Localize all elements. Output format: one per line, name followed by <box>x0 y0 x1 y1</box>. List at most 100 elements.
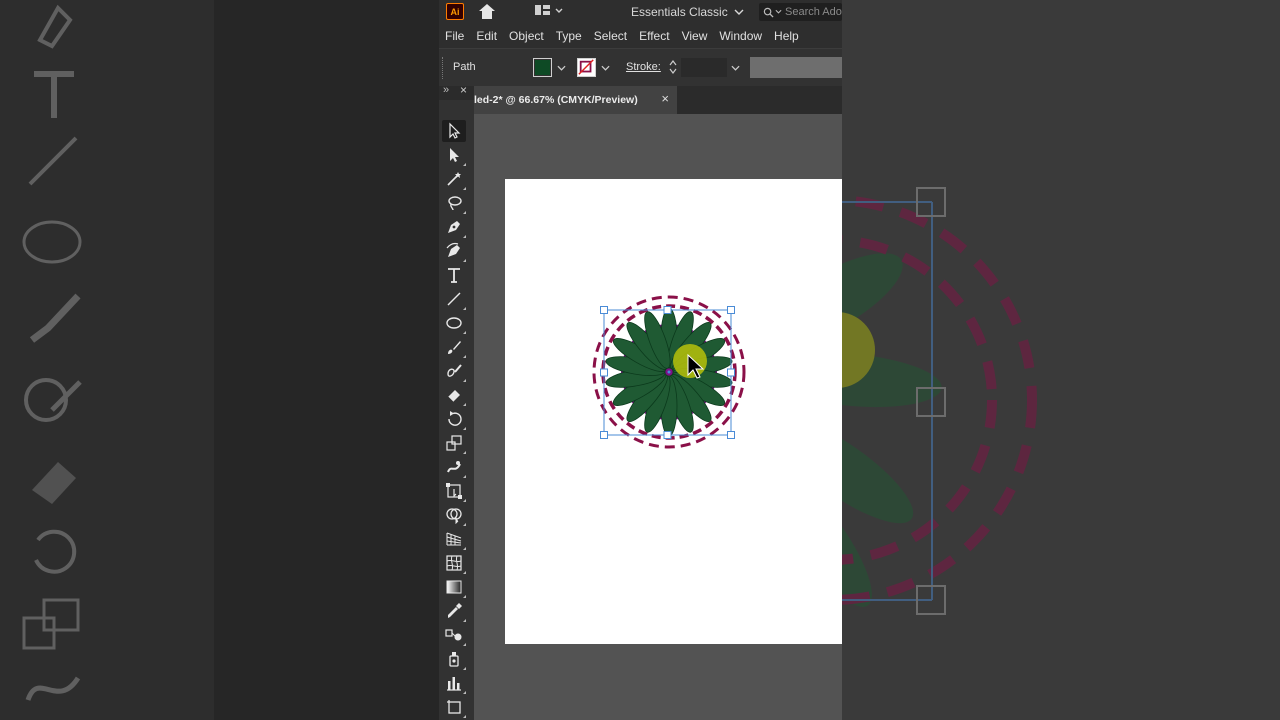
magic-wand-tool[interactable] <box>442 168 466 190</box>
arrange-documents-icon[interactable] <box>534 4 564 18</box>
direct-selection-icon <box>450 148 459 162</box>
ghost-pen-icon <box>18 0 88 60</box>
curvature-tool[interactable] <box>442 240 466 262</box>
tool-group-indicator <box>463 403 466 406</box>
flower-artwork[interactable] <box>505 179 842 644</box>
tool-group-indicator <box>463 523 466 526</box>
center-point <box>667 370 671 374</box>
selection-type-label: Path <box>453 61 476 73</box>
tool-group-indicator <box>463 331 466 334</box>
search-input[interactable]: Search Ado <box>759 3 842 21</box>
tool-group-indicator <box>463 475 466 478</box>
shaper-tool[interactable] <box>442 360 466 382</box>
tool-group-indicator <box>463 187 466 190</box>
document-tab-bar: led-2* @ 66.67% (CMYK/Preview) × <box>474 86 842 114</box>
ghost-type-icon <box>18 66 88 126</box>
symbol-sprayer-tool[interactable] <box>442 648 466 670</box>
menu-file[interactable]: File <box>445 29 464 43</box>
bounding-box-handle <box>600 431 608 439</box>
column-graph-icon <box>447 677 461 691</box>
tool-group-indicator <box>463 307 466 310</box>
shape-builder-tool[interactable] <box>442 504 466 526</box>
free-transform-tool[interactable] <box>442 480 466 502</box>
stroke-weight-field[interactable] <box>681 58 727 77</box>
stroke-dropdown-chevron-icon[interactable] <box>601 65 610 71</box>
fill-color-swatch[interactable] <box>533 58 552 77</box>
ghost-scale-icon <box>18 594 88 654</box>
direct-selection-tool[interactable] <box>442 144 466 166</box>
type-tool[interactable] <box>442 264 466 286</box>
free-transform-icon <box>446 483 462 499</box>
menu-effect[interactable]: Effect <box>639 29 669 43</box>
eyedropper-icon <box>448 603 462 618</box>
tool-group-indicator <box>463 595 466 598</box>
bounding-box-handle <box>727 306 735 314</box>
toolbar-close-icon[interactable]: × <box>460 83 467 97</box>
stroke-label[interactable]: Stroke: <box>626 61 661 73</box>
workspace-label: Essentials Classic <box>631 5 728 19</box>
ghost-shaper-icon <box>18 370 88 430</box>
lasso-tool[interactable] <box>442 192 466 214</box>
mesh-tool[interactable] <box>442 552 466 574</box>
rotate-tool[interactable] <box>442 408 466 430</box>
gradient-icon <box>446 580 462 594</box>
home-icon[interactable] <box>478 3 496 20</box>
menu-view[interactable]: View <box>682 29 708 43</box>
tool-group-indicator <box>463 427 466 430</box>
bounding-box-handle <box>663 306 672 314</box>
ellipse-icon <box>446 317 462 329</box>
variable-width-profile-field[interactable] <box>750 57 842 78</box>
document-tab-title: led-2* @ 66.67% (CMYK/Preview) <box>474 94 638 106</box>
eraser-tool[interactable] <box>442 384 466 406</box>
eyedropper-tool[interactable] <box>442 600 466 622</box>
stroke-weight-dropdown-icon[interactable] <box>731 65 740 71</box>
line-segment-tool[interactable] <box>442 288 466 310</box>
tool-group-indicator <box>463 451 466 454</box>
stroke-color-swatch[interactable] <box>577 58 596 77</box>
perspective-grid-tool[interactable] <box>442 528 466 550</box>
fill-dropdown-chevron-icon[interactable] <box>557 65 566 71</box>
tool-group-indicator <box>463 715 466 718</box>
scale-tool[interactable] <box>442 432 466 454</box>
selection-tool[interactable] <box>442 120 466 142</box>
chevron-down-icon <box>734 9 744 15</box>
warp-tool[interactable] <box>442 456 466 478</box>
menu-object[interactable]: Object <box>509 29 544 43</box>
paintbrush-tool[interactable] <box>442 336 466 358</box>
ghost-line-icon <box>18 130 88 190</box>
column-graph-tool[interactable] <box>442 672 466 694</box>
search-placeholder: Search Ado <box>785 6 842 18</box>
perspective-grid-icon <box>446 532 462 546</box>
stroke-weight-stepper-icon[interactable] <box>669 59 677 75</box>
toolbar-collapse-icon[interactable]: » <box>443 84 449 96</box>
search-options-chevron-icon <box>775 9 782 14</box>
menu-type[interactable]: Type <box>556 29 582 43</box>
menu-edit[interactable]: Edit <box>476 29 497 43</box>
lasso-icon <box>448 196 462 211</box>
control-bar-grip[interactable] <box>442 57 444 79</box>
gradient-tool[interactable] <box>442 576 466 598</box>
eraser-icon <box>447 390 460 403</box>
ghost-brush-icon <box>18 290 88 350</box>
tool-group-indicator <box>463 379 466 382</box>
menu-select[interactable]: Select <box>594 29 627 43</box>
document-tab[interactable]: led-2* @ 66.67% (CMYK/Preview) × <box>474 86 677 114</box>
ellipse-tool[interactable] <box>442 312 466 334</box>
pen-tool[interactable] <box>442 216 466 238</box>
blend-tool[interactable] <box>442 624 466 646</box>
close-document-icon[interactable]: × <box>661 91 669 106</box>
tool-group-indicator <box>463 163 466 166</box>
magic-wand-icon <box>447 172 461 186</box>
ai-logo: Ai <box>446 3 464 20</box>
artboard-tool[interactable] <box>442 696 466 718</box>
workspace-switcher[interactable]: Essentials Classic <box>631 4 744 20</box>
blurred-background-right <box>627 0 1280 720</box>
canvas-area[interactable] <box>474 114 842 720</box>
ghost-eraser-icon <box>18 450 88 510</box>
bounding-box-handle <box>727 368 735 377</box>
tool-group-indicator <box>463 667 466 670</box>
tool-group-indicator <box>463 643 466 646</box>
artboard[interactable] <box>505 179 842 644</box>
menu-window[interactable]: Window <box>719 29 762 43</box>
menu-help[interactable]: Help <box>774 29 799 43</box>
